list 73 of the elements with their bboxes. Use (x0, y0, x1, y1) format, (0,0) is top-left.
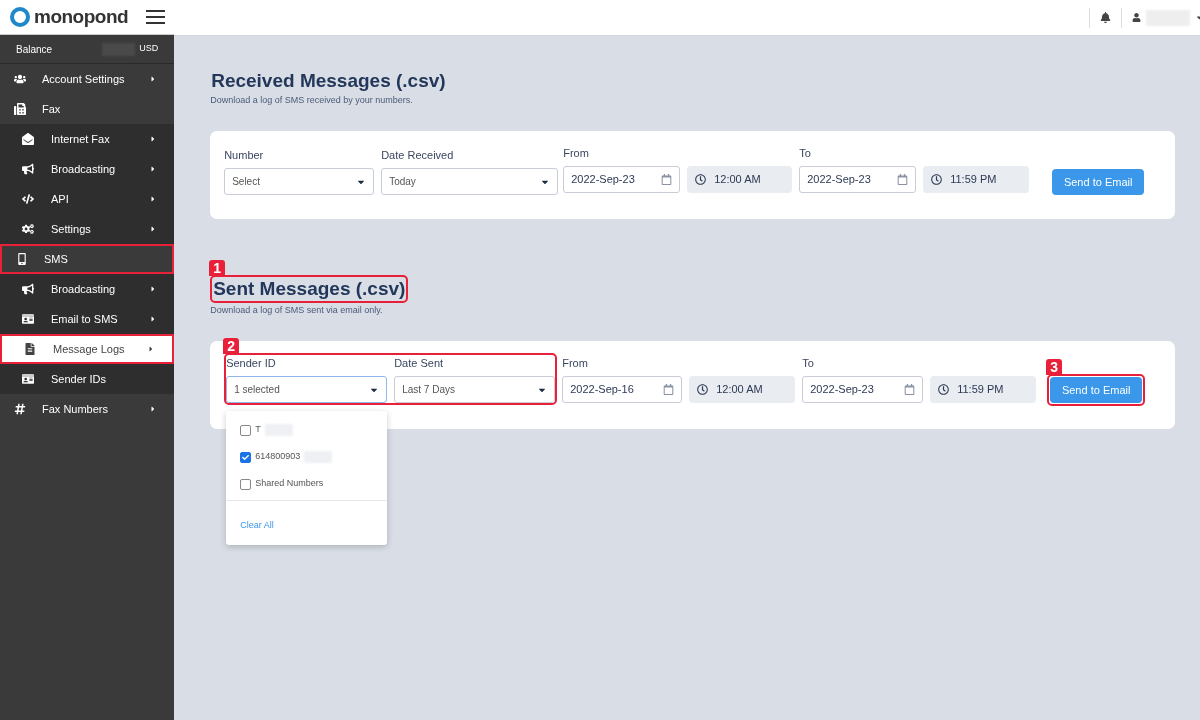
select-field[interactable]: 1 selected (226, 376, 388, 403)
field-label: Date Sent (394, 355, 445, 371)
id-card-icon (22, 313, 34, 325)
calendar-icon (663, 384, 675, 395)
field-label: To (799, 145, 812, 161)
sidebar-item[interactable]: Broadcasting (0, 274, 175, 304)
option-label: Shared Numbers (255, 477, 324, 491)
callout-number: 2 (223, 337, 239, 354)
section-subtitle: Download a log of SMS received by your numbers. (210, 94, 414, 107)
sidebar-item[interactable]: Broadcasting (0, 154, 175, 184)
logo-ring-icon (9, 6, 31, 28)
calendar-icon (904, 384, 916, 395)
menu-icon[interactable] (146, 10, 166, 24)
select-field[interactable]: Select (224, 168, 375, 195)
option-label: 614800903 (255, 450, 301, 464)
dropdown-option[interactable]: Shared Numbers (226, 470, 388, 498)
callout-number: 1 (209, 260, 225, 276)
section-title: Sent Messages (.csv) (213, 277, 406, 301)
time-field[interactable]: 12:00 AM (689, 376, 796, 403)
balance-label: Balance (16, 42, 53, 57)
sidebar-item[interactable]: Email to SMS (0, 304, 175, 334)
clock-icon (938, 384, 950, 395)
field-label: From (563, 145, 590, 161)
option-label: T (255, 423, 261, 437)
id-card-icon (22, 373, 34, 385)
field-label: From (562, 355, 589, 371)
date-field[interactable]: 2022-Sep-23 (563, 166, 681, 193)
sidebar-item[interactable]: SMS (0, 244, 175, 274)
sidebar-item[interactable]: API (0, 184, 175, 214)
time-field[interactable]: 11:59 PM (923, 166, 1030, 193)
date-field[interactable]: 2022-Sep-23 (802, 376, 924, 403)
megaphone-icon (22, 163, 34, 175)
field-label: Number (224, 147, 265, 163)
clock-icon (697, 384, 709, 395)
fax-icon (14, 103, 26, 115)
envelope-icon (22, 133, 34, 145)
select-field[interactable]: Today (381, 168, 559, 195)
brand-name: monopond (34, 4, 129, 29)
gears-icon (22, 223, 34, 235)
calendar-icon (897, 174, 909, 185)
hashtag-icon (14, 403, 26, 415)
code-icon (22, 193, 34, 205)
sidebar-item[interactable]: Settings (0, 214, 175, 244)
time-field[interactable]: 12:00 AM (687, 166, 793, 193)
section-title: Received Messages (.csv) (211, 69, 446, 93)
date-field[interactable]: 2022-Sep-16 (562, 376, 683, 403)
select-field[interactable]: Last 7 Days (394, 376, 556, 403)
user-icon[interactable] (1132, 13, 1142, 22)
dropdown-option[interactable]: 614800903 (226, 443, 388, 471)
clock-icon (931, 174, 943, 185)
date-field[interactable]: 2022-Sep-23 (799, 166, 917, 193)
field-label: To (802, 355, 815, 371)
megaphone-icon (22, 283, 34, 295)
checkbox[interactable] (240, 451, 252, 463)
section-subtitle: Download a log of SMS sent via email only. (210, 304, 384, 317)
checkbox[interactable] (240, 478, 252, 490)
document-icon (24, 343, 36, 355)
sidebar-item[interactable]: Internet Fax (0, 124, 175, 154)
currency-label: USD (139, 42, 159, 56)
callout-number: 3 (1046, 358, 1062, 375)
sidebar-item[interactable]: Message Logs (0, 334, 175, 364)
field-label: Sender ID (226, 355, 277, 371)
clock-icon (695, 174, 707, 185)
mobile-phone-icon (16, 253, 28, 265)
field-label: Date Received (381, 147, 455, 163)
sidebar-item[interactable]: Sender IDs (0, 364, 175, 394)
dropdown-option[interactable]: T (226, 416, 388, 444)
checkbox[interactable] (240, 424, 252, 436)
users-icon (14, 73, 26, 85)
calendar-icon (661, 174, 673, 185)
time-field[interactable]: 11:59 PM (930, 376, 1037, 403)
check-icon (242, 453, 250, 461)
bell-icon[interactable] (1100, 12, 1112, 23)
